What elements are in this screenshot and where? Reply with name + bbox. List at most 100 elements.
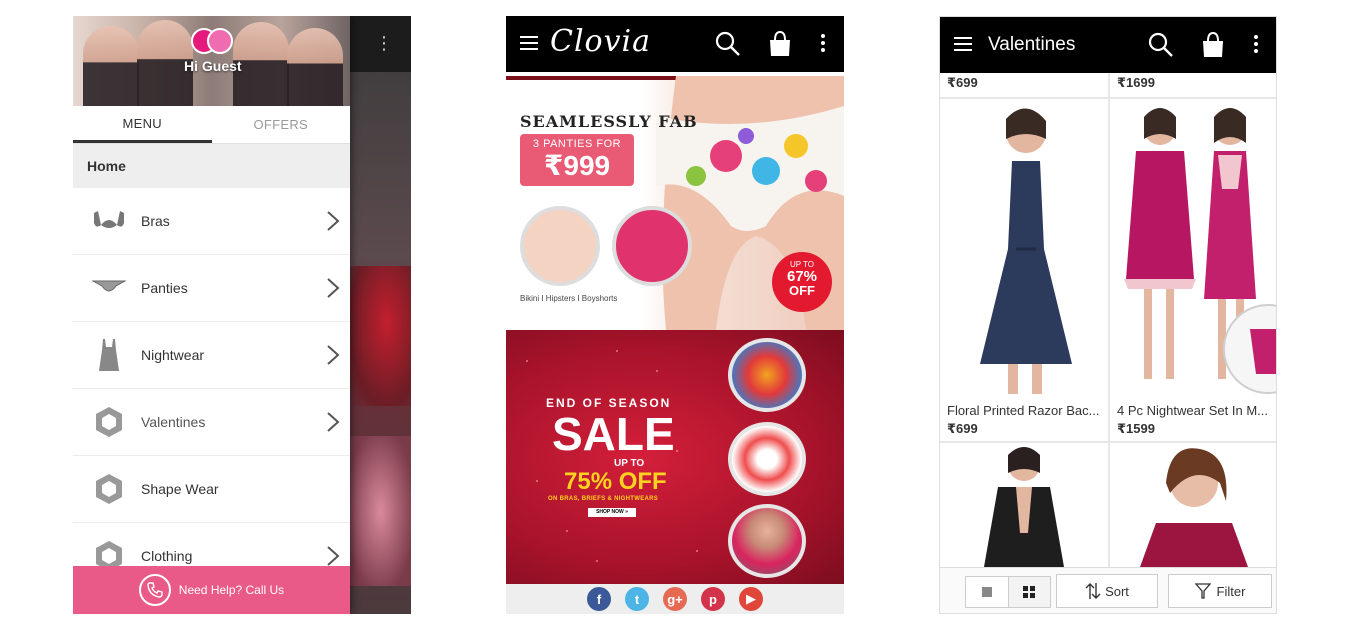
sort-label: Sort — [1105, 583, 1129, 599]
sale-headline: SALE — [552, 408, 675, 460]
sort-button[interactable]: Sort — [1056, 574, 1158, 608]
page-title: Valentines — [988, 34, 1076, 55]
search-icon[interactable] — [1147, 31, 1175, 59]
promo-banner-panties[interactable]: SEAMLESSLY FAB 3 PANTIES FOR ₹999 Bikini… — [506, 76, 844, 330]
product-card[interactable] — [940, 443, 1108, 567]
brand-logo-icon — [191, 28, 235, 54]
single-square-icon — [981, 587, 992, 597]
panty-icon — [91, 270, 127, 306]
product-card[interactable]: ₹1699 — [1110, 73, 1276, 97]
chevron-right-icon — [327, 211, 340, 231]
product-photo-brief — [728, 422, 806, 496]
greeting-text: Hi Guest — [184, 58, 242, 74]
grid-icon — [1023, 586, 1036, 598]
banner-caption: Bikini I Hipsters I Boyshorts — [520, 294, 618, 303]
product-card[interactable] — [1110, 443, 1276, 567]
hexagon-icon — [91, 471, 127, 507]
search-icon[interactable] — [714, 30, 742, 58]
hamburger-menu-icon[interactable] — [520, 36, 538, 50]
hamburger-menu-icon[interactable] — [954, 37, 972, 51]
listing-bottom-bar: Sort Filter — [940, 567, 1276, 613]
product-photo-bra — [728, 338, 806, 412]
shopping-bag-icon[interactable] — [1199, 31, 1227, 59]
product-photo-nightwear — [728, 504, 806, 578]
social-links: f t g+ p ▶ — [506, 584, 844, 614]
overflow-menu-icon: ⋮ — [375, 33, 393, 53]
app-toolbar: Clovia — [506, 16, 844, 72]
phone-screen-listing: Valentines ₹699 ₹1699 Floral Printed Raz… — [939, 16, 1277, 614]
menu-item-home[interactable]: Home — [73, 144, 350, 188]
product-price: ₹699 — [947, 421, 978, 436]
product-card[interactable]: 4 Pc Nightwear Set In M... ₹1599 — [1110, 99, 1276, 441]
app-toolbar: Valentines — [940, 17, 1276, 73]
product-name: 4 Pc Nightwear Set In M... — [1117, 403, 1269, 418]
background-image — [350, 436, 411, 586]
background-image — [350, 266, 411, 406]
chevron-right-icon — [327, 278, 340, 298]
tab-offers[interactable]: OFFERS — [212, 106, 351, 143]
product-photo-nightwear-set — [1110, 99, 1276, 397]
drawer-header: Hi Guest — [73, 16, 350, 106]
product-grid: ₹699 ₹1699 Floral Printed Razor Bac... ₹… — [940, 73, 1276, 567]
phone-screen-menu: ⋮ Hi Guest MENU OFFERS Home Bras Panties… — [73, 16, 411, 614]
brand-logo[interactable]: Clovia — [550, 24, 651, 59]
youtube-icon[interactable]: ▶ — [739, 587, 763, 611]
grid-view-button[interactable] — [1007, 577, 1050, 607]
menu-item-label: Panties — [141, 280, 188, 296]
view-toggle — [965, 576, 1051, 608]
offer-text: 3 PANTIES FOR — [532, 138, 622, 150]
discount-badge: UP TO 67% OFF — [772, 252, 832, 312]
sale-discount: 75% OFF — [564, 468, 667, 495]
facebook-icon[interactable]: f — [587, 587, 611, 611]
phone-icon — [138, 574, 171, 606]
shop-now-button[interactable]: SHOP NOW » — [588, 508, 636, 517]
list-view-button[interactable] — [966, 577, 1008, 607]
chevron-right-icon — [327, 546, 340, 566]
call-us-label: Need Help? Call Us — [178, 583, 285, 597]
bra-icon — [91, 203, 127, 239]
product-card[interactable]: ₹699 — [940, 73, 1108, 97]
background-toolbar: ⋮ — [350, 16, 411, 72]
overflow-menu-icon[interactable] — [820, 34, 826, 54]
product-card[interactable]: Floral Printed Razor Bac... ₹699 — [940, 99, 1108, 441]
product-price: ₹1599 — [1117, 421, 1155, 436]
product-photo-dress — [950, 99, 1098, 397]
menu-item-label: Clothing — [141, 548, 193, 564]
overflow-menu-icon[interactable] — [1253, 35, 1259, 55]
product-swatch-hipster — [612, 206, 692, 286]
filter-label: Filter — [1216, 583, 1246, 599]
badge-percent: 67% — [786, 268, 818, 285]
call-us-button[interactable]: Need Help? Call Us — [73, 566, 350, 614]
pinterest-icon[interactable]: p — [701, 587, 725, 611]
menu-item-shape-wear[interactable]: Shape Wear — [73, 456, 350, 523]
badge-off: OFF — [789, 283, 815, 298]
product-name: Floral Printed Razor Bac... — [947, 403, 1100, 418]
filter-button[interactable]: Filter — [1168, 574, 1272, 608]
promo-banner-sale[interactable]: END OF SEASON SALE UP TO 75% OFF ON BRAS… — [506, 330, 844, 584]
filter-icon — [1194, 583, 1211, 599]
twitter-icon[interactable]: t — [625, 587, 649, 611]
chevron-right-icon — [327, 412, 340, 432]
menu-item-valentines[interactable]: Valentines — [73, 389, 350, 456]
menu-item-nightwear[interactable]: Nightwear — [73, 322, 350, 389]
google-plus-icon[interactable]: g+ — [663, 587, 687, 611]
product-photo-satin-robe — [1140, 448, 1248, 567]
banner-headline: SEAMLESSLY FAB — [520, 112, 698, 131]
product-photo-robe — [984, 447, 1064, 567]
menu-item-panties[interactable]: Panties — [73, 255, 350, 322]
hexagon-icon — [91, 404, 127, 440]
offer-price: ₹999 — [543, 150, 611, 181]
menu-item-label: Bras — [141, 213, 170, 229]
menu-item-label: Valentines — [141, 414, 206, 430]
product-swatch-bikini — [520, 206, 600, 286]
product-price: ₹699 — [947, 75, 978, 90]
shopping-bag-icon[interactable] — [766, 30, 794, 58]
phone-screen-home: Clovia SEAMLESSLY FAB 3 PANTIES FOR ₹999… — [506, 16, 844, 614]
sort-icon — [1085, 583, 1101, 599]
menu-item-label: Nightwear — [141, 347, 205, 363]
navigation-drawer: Hi Guest MENU OFFERS Home Bras Panties N… — [73, 16, 350, 614]
tab-menu[interactable]: MENU — [73, 106, 212, 143]
offer-price-box: 3 PANTIES FOR ₹999 — [520, 134, 634, 186]
product-price: ₹1699 — [1117, 75, 1155, 90]
menu-item-bras[interactable]: Bras — [73, 188, 350, 255]
